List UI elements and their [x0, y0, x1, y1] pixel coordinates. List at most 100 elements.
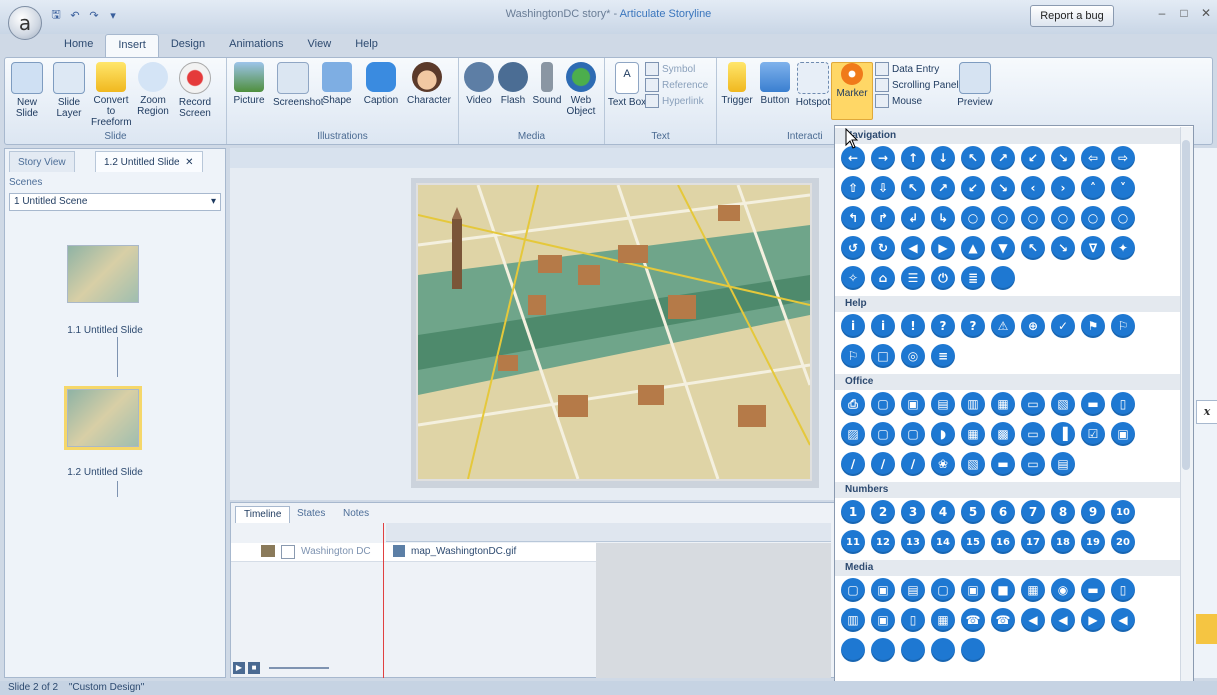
marker-style-icon[interactable]: ⚑ [1081, 314, 1105, 338]
playhead[interactable] [383, 523, 384, 678]
timeline-ruler[interactable] [386, 523, 831, 542]
marker-style-icon[interactable]: ↗ [991, 146, 1015, 170]
close-icon[interactable]: ✕ [1196, 6, 1216, 22]
marker-style-icon[interactable]: ↙ [961, 176, 985, 200]
marker-style-icon[interactable]: ○ [1021, 206, 1045, 230]
marker-style-icon[interactable]: i [841, 314, 865, 338]
record-screen-button[interactable]: Record Screen [175, 62, 215, 119]
web-object-button[interactable]: Web Object [561, 62, 601, 117]
marker-style-icon[interactable]: 7 [1021, 500, 1045, 524]
preview-button[interactable]: Preview [955, 62, 995, 108]
marker-style-icon[interactable]: ↑ [901, 146, 925, 170]
marker-style-icon[interactable]: ✓ [1051, 314, 1075, 338]
marker-style-icon[interactable]: ◀ [1111, 608, 1135, 632]
shape-button[interactable]: Shape [317, 62, 357, 106]
marker-style-icon[interactable]: ↘ [1051, 236, 1075, 260]
marker-style-icon[interactable]: ≣ [961, 266, 985, 290]
marker-style-icon[interactable]: ˄ [1081, 176, 1105, 200]
marker-style-icon[interactable]: ▣ [1111, 422, 1135, 446]
marker-style-icon[interactable]: ↻ [871, 236, 895, 260]
tab-design[interactable]: Design [159, 34, 217, 58]
marker-style-icon[interactable]: ▣ [871, 578, 895, 602]
tab-states[interactable]: States [289, 506, 333, 522]
marker-style-icon[interactable]: ▭ [1021, 452, 1045, 476]
marker-style-icon[interactable]: ◀ [1051, 608, 1075, 632]
marker-style-icon[interactable]: ▶ [931, 236, 955, 260]
marker-style-icon[interactable]: ▬ [991, 452, 1015, 476]
marker-style-icon[interactable]: ▢ [901, 422, 925, 446]
marker-style-icon[interactable]: ▦ [1021, 578, 1045, 602]
symbol-button[interactable]: Symbol [645, 62, 695, 76]
picture-button[interactable]: Picture [229, 62, 269, 106]
marker-style-icon[interactable]: ? [931, 314, 955, 338]
marker-style-icon[interactable]: ▣ [871, 608, 895, 632]
tab-view[interactable]: View [296, 34, 344, 58]
tab-current-slide[interactable]: 1.2 Untitled Slide ✕ [95, 151, 203, 172]
marker-style-icon[interactable]: ▥ [961, 392, 985, 416]
marker-style-icon[interactable]: ‹ [1021, 176, 1045, 200]
marker-style-icon[interactable]: ! [901, 314, 925, 338]
marker-style-icon[interactable]: ◎ [901, 344, 925, 368]
marker-style-icon[interactable]: □ [871, 344, 895, 368]
marker-style-icon[interactable]: 2 [871, 500, 895, 524]
marker-style-icon[interactable]: 16 [991, 530, 1015, 554]
convert-freeform-button[interactable]: Convert to Freeform [91, 62, 132, 128]
marker-style-icon[interactable]: ○ [1111, 206, 1135, 230]
marker-style-icon[interactable]: 4 [931, 500, 955, 524]
tab-story-view[interactable]: Story View [9, 151, 75, 172]
x-variable-icon[interactable]: x [1196, 400, 1217, 424]
marker-style-icon[interactable]: 19 [1081, 530, 1105, 554]
marker-style-icon[interactable]: ◀ [901, 236, 925, 260]
marker-style-icon[interactable]: 17 [1021, 530, 1045, 554]
marker-style-icon[interactable]: ≡ [931, 344, 955, 368]
marker-style-icon[interactable]: 8 [1051, 500, 1075, 524]
mouse-button[interactable]: Mouse [875, 94, 922, 108]
marker-style-icon[interactable]: ⇦ [1081, 146, 1105, 170]
marker-style-icon[interactable]: ▧ [961, 452, 985, 476]
marker-style-icon[interactable]: 14 [931, 530, 955, 554]
marker-style-icon[interactable]: ☎ [991, 608, 1015, 632]
marker-style-icon[interactable]: ❀ [931, 452, 955, 476]
report-bug-button[interactable]: Report a bug [1030, 5, 1114, 27]
slide-canvas[interactable] [416, 183, 812, 481]
scene-dropdown[interactable]: 1 Untitled Scene ▾ [9, 193, 221, 211]
marker-style-icon[interactable]: ○ [1081, 206, 1105, 230]
marker-style-icon[interactable]: 12 [871, 530, 895, 554]
marker-style-icon[interactable]: 20 [1111, 530, 1135, 554]
marker-style-icon[interactable]: ▦ [961, 422, 985, 446]
slide-thumbnail-selected[interactable] [64, 386, 142, 450]
marker-style-icon[interactable]: ▯ [1111, 578, 1135, 602]
play-icon[interactable]: ▶ [233, 662, 245, 674]
tab-notes[interactable]: Notes [335, 506, 377, 522]
marker-style-icon[interactable]: ▢ [871, 422, 895, 446]
marker-style-icon[interactable]: ▢ [841, 578, 865, 602]
zoom-slider[interactable] [269, 667, 329, 669]
marker-style-icon[interactable]: ∇ [1081, 236, 1105, 260]
marker-style-icon[interactable]: ☰ [901, 266, 925, 290]
marker-style-icon[interactable]: ↲ [901, 206, 925, 230]
marker-style-icon[interactable]: ⇩ [871, 176, 895, 200]
marker-style-icon[interactable]: ▩ [991, 422, 1015, 446]
button-button[interactable]: Button [755, 62, 795, 106]
marker-style-icon[interactable]: ▭ [1021, 392, 1045, 416]
marker-style-icon[interactable]: ▯ [901, 608, 925, 632]
marker-style-icon[interactable]: ▬ [1081, 392, 1105, 416]
marker-style-icon[interactable]: ▤ [1051, 452, 1075, 476]
marker-style-icon[interactable]: ↓ [931, 146, 955, 170]
marker-style-icon[interactable]: → [871, 146, 895, 170]
marker-style-icon[interactable]: ▣ [901, 392, 925, 416]
marker-style-icon[interactable]: ↖ [901, 176, 925, 200]
marker-style-icon[interactable]: ▭ [1021, 422, 1045, 446]
slide-layer-button[interactable]: Slide Layer [49, 62, 89, 119]
character-button[interactable]: Character [407, 62, 451, 106]
caption-button[interactable]: Caption [361, 62, 401, 106]
gallery-scroll-thumb[interactable] [1182, 140, 1190, 470]
marker-style-icon[interactable]: ↰ [841, 206, 865, 230]
marker-style-icon[interactable]: ⚐ [1111, 314, 1135, 338]
marker-style-icon[interactable]: ◗ [931, 422, 955, 446]
marker-style-icon[interactable]: ↘ [1051, 146, 1075, 170]
marker-style-icon[interactable]: ○ [1051, 206, 1075, 230]
marker-style-icon[interactable]: ✦ [1111, 236, 1135, 260]
marker-style-icon[interactable] [961, 638, 985, 662]
marker-style-icon[interactable]: ˅ [1111, 176, 1135, 200]
